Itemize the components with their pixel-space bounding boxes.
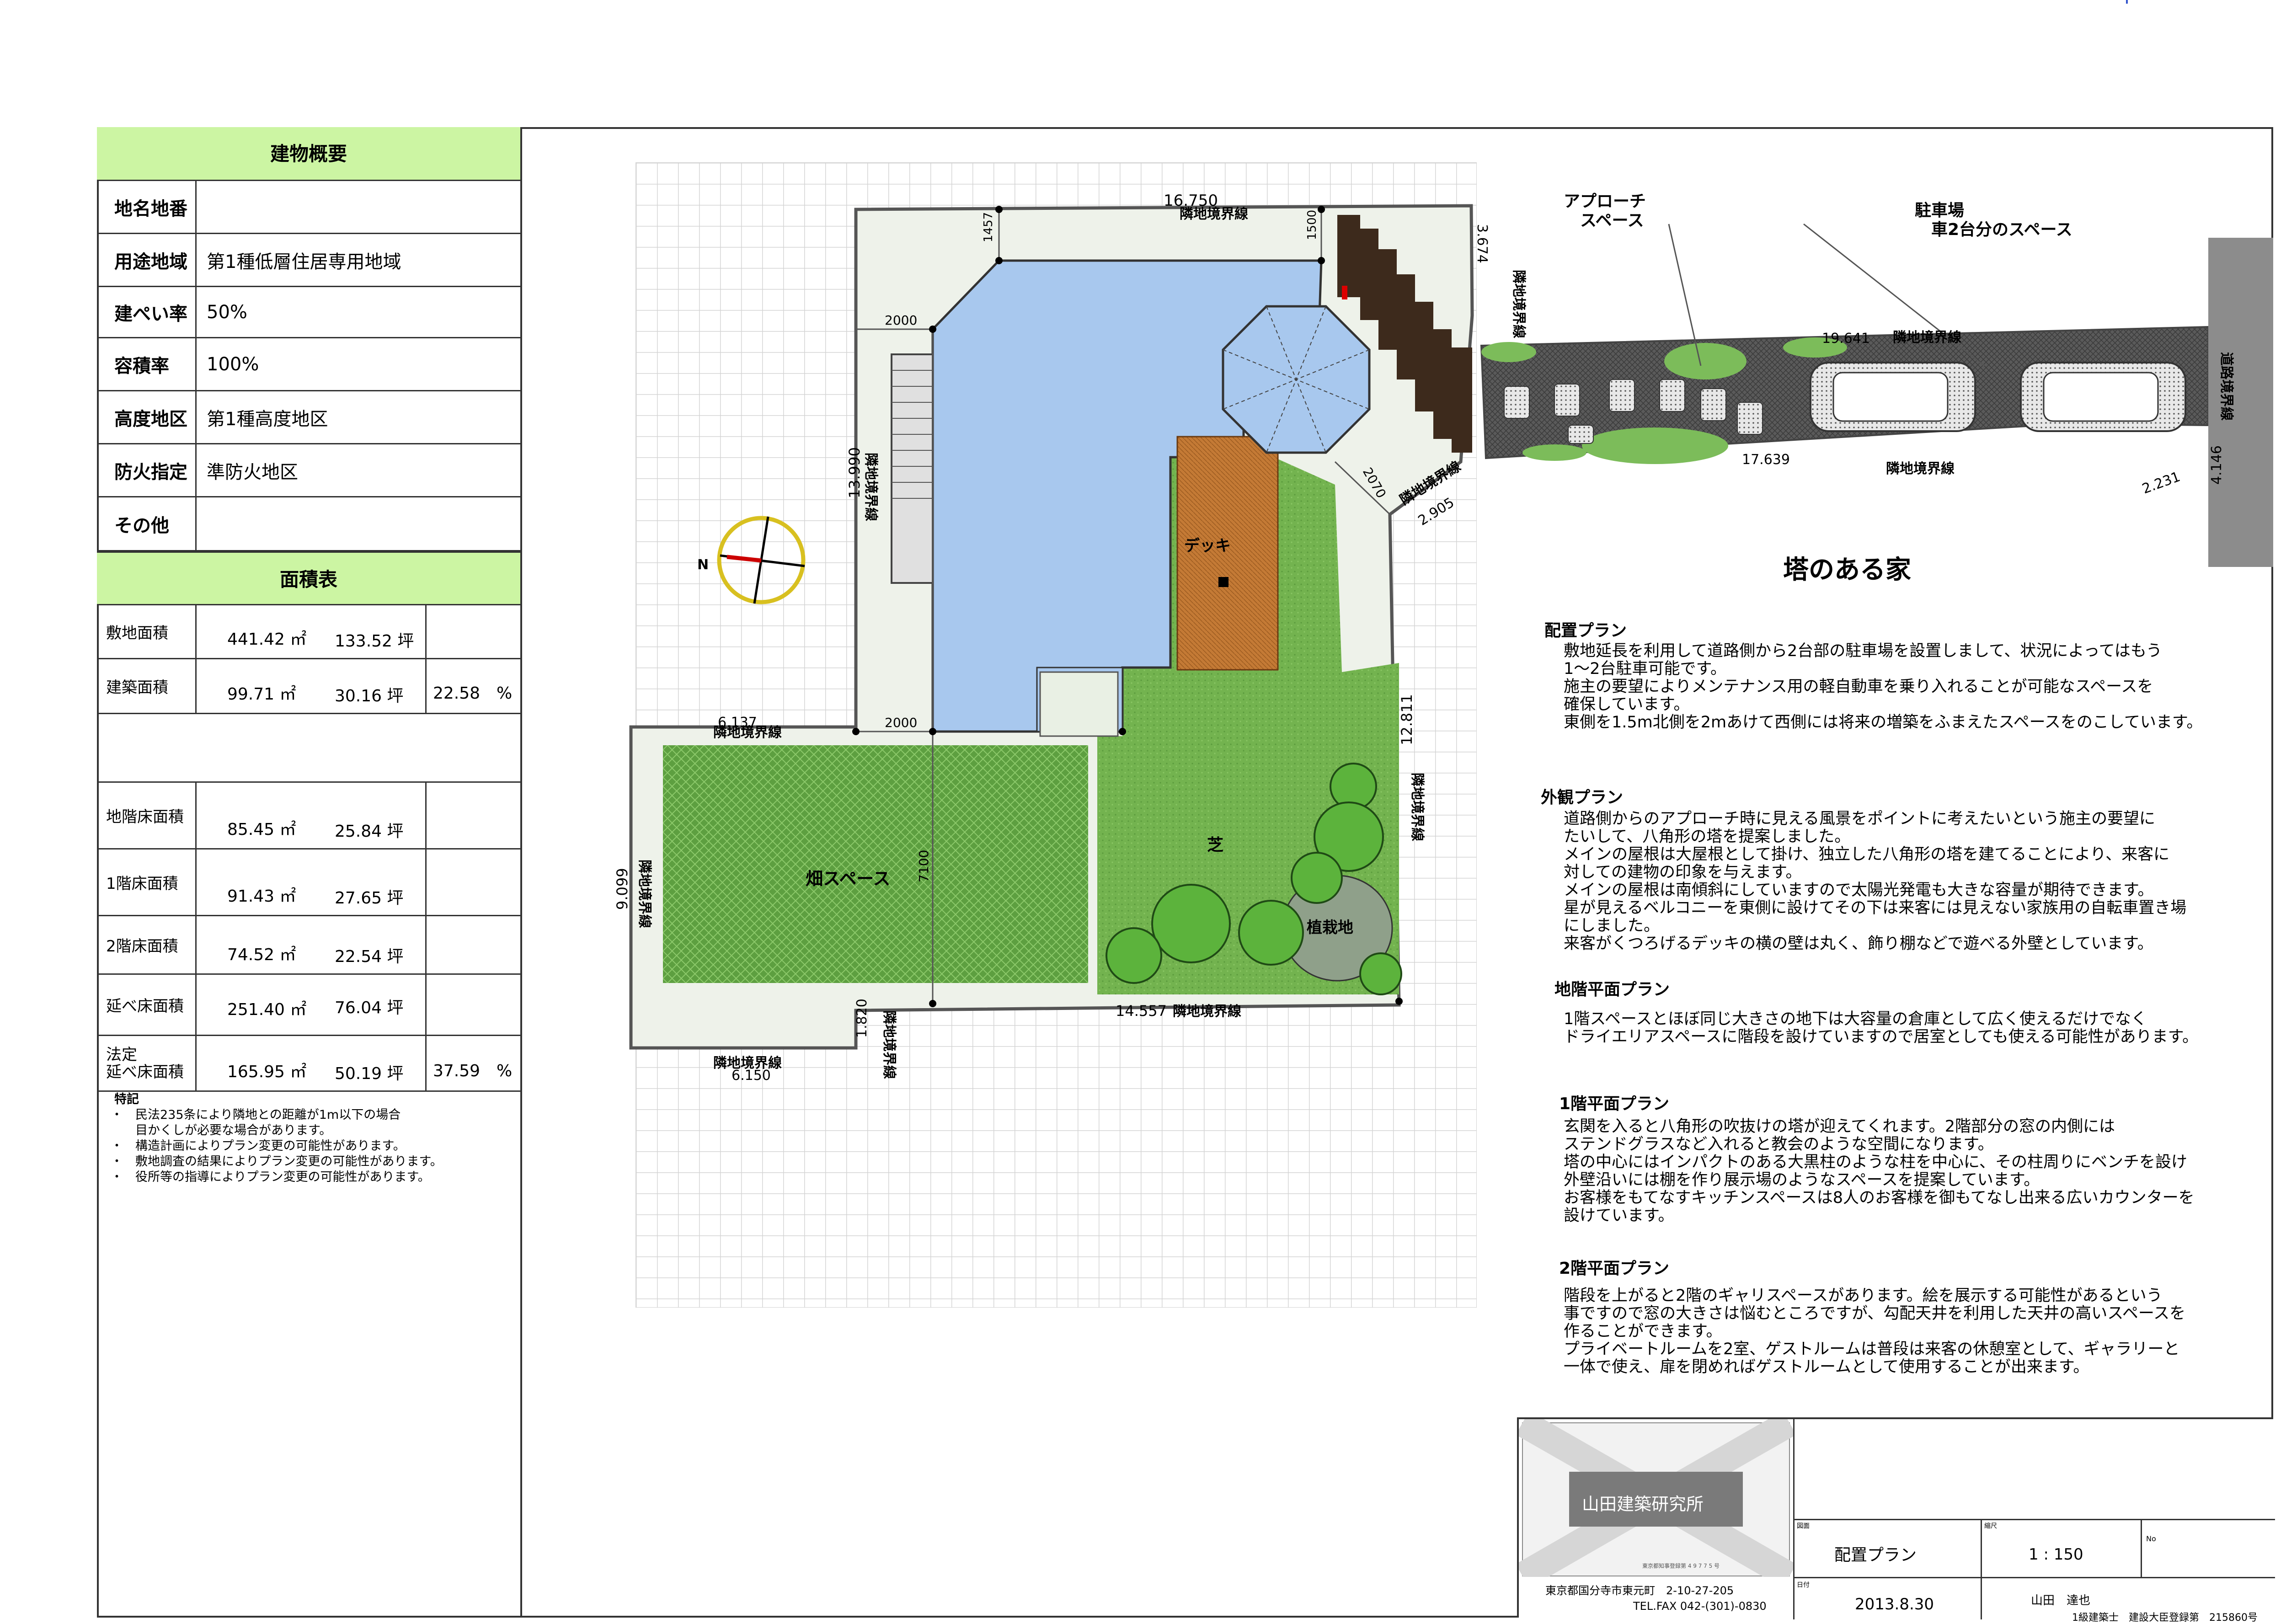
section-title: 地階平面プラン bbox=[1554, 980, 1670, 999]
section-line: たいして、八角形の塔を提案しました。 bbox=[1564, 828, 1851, 846]
boundary-left: 隣地境界線 bbox=[863, 453, 879, 521]
car-1 bbox=[1810, 362, 1976, 432]
section-line: 玄関を入ると八角形の吹抜けの塔が迎えてくれます。2階部分の窓の内側には bbox=[1564, 1117, 2115, 1136]
road-boundary: 道路境界線 bbox=[2218, 352, 2234, 421]
boundary-west-side: 隣地境界線 bbox=[636, 860, 652, 928]
dim-corner: 2.231 bbox=[2140, 469, 2183, 497]
dim-left: 13.990 bbox=[846, 447, 863, 498]
approach-label: アプローチ スペース bbox=[1564, 192, 1646, 230]
boundary-step: 隣地境界線 bbox=[881, 1010, 897, 1079]
dim-2000-bottom: 2000 bbox=[885, 715, 917, 730]
dim-7100: 7100 bbox=[916, 850, 931, 882]
scale-value: 1 : 150 bbox=[2029, 1545, 2083, 1564]
section-line: 1～2台駐車可能です。 bbox=[1564, 660, 1727, 678]
dim-bottom: 14.557 bbox=[1116, 1002, 1167, 1020]
section-line: 作ることができます。 bbox=[1564, 1322, 1722, 1341]
dim-right-top: 3.674 bbox=[1474, 224, 1490, 263]
section-line: 施主の要望によりメンテナンス用の軽自動車を乗り入れることが可能なスペースを bbox=[1564, 678, 2153, 696]
title-block: 山田建築研究所 東京都知事登録第 4 9 7 7 5 号 東京都国分寺市東元町 … bbox=[1517, 1417, 2275, 1624]
section-line: 事ですので窓の大きさは悩むところですが、勾配天井を利用した天井の高いスペースを bbox=[1564, 1304, 2186, 1323]
section-body: 1階スペースとほぼ同じ大きさの地下は大容量の倉庫として広く使えるだけでなく ドラ… bbox=[1564, 1010, 2198, 1046]
tb-vline bbox=[2141, 1519, 2142, 1577]
dim-diag: 2.905 bbox=[1415, 495, 1457, 529]
section-line: メインの屋根は大屋根として掛け、独立した八角形の塔を建てることにより、来客に bbox=[1564, 845, 2170, 864]
field-space bbox=[663, 745, 1088, 983]
section-line: 星が見えるベルコニーを東側に設けてその下は来客には見えない家族用の自転車置き場 bbox=[1564, 899, 2187, 917]
dim-2000-top: 2000 bbox=[885, 313, 917, 328]
section-line: 一体で使え、扉を閉めればゲストルームとして使用することが出来ます。 bbox=[1564, 1358, 2089, 1376]
section-line: ステンドグラスなど入れると教会のような空間になります。 bbox=[1564, 1135, 1994, 1154]
boundary-drive-top: 隣地境界線 bbox=[1893, 330, 1961, 346]
section-line: プライベートルームを2室、ゲストルームは普段は来客の休憩室として、ギャラリーと bbox=[1564, 1340, 2180, 1358]
dim-drive-top: 19.641 bbox=[1822, 331, 1870, 347]
boundary-top: 隣地境界線 bbox=[1180, 206, 1248, 222]
section-line: ドライエリアスペースに階段を設けていますので居室としても使える可能性があります。 bbox=[1564, 1028, 2199, 1046]
dim-1500: 1500 bbox=[1305, 210, 1319, 240]
drawing-name: 配置プラン bbox=[1834, 1546, 1917, 1565]
section-line: にしました。 bbox=[1564, 917, 1660, 935]
section-title: 1階平面プラン bbox=[1559, 1095, 1670, 1113]
dim-1457: 1457 bbox=[982, 212, 995, 242]
date-value: 2013.8.30 bbox=[1855, 1595, 1934, 1613]
section-body: 階段を上がると2階のギャリスペースがあります。絵を展示する可能性があるという 事… bbox=[1564, 1287, 2185, 1376]
field-label: 畑スペース bbox=[806, 869, 890, 889]
section-title: 外観プラン bbox=[1541, 788, 1624, 807]
license-number: 1級建築士 建設大臣登録第 215860号 bbox=[2072, 1612, 2258, 1624]
terrace bbox=[1039, 671, 1119, 737]
section-body: 敷地延長を利用して道路側から2台部の駐車場を設置しまして、状況によってはもう 1… bbox=[1564, 642, 2202, 732]
deck-label: デッキ bbox=[1184, 537, 1231, 555]
section-line: お客様をもてなすキッチンスペースは8人のお客様を御もてなし出来る広いカウンターを bbox=[1564, 1189, 2195, 1207]
office-registration: 東京都知事登録第 4 9 7 7 5 号 bbox=[1642, 1563, 1720, 1569]
tb-vline bbox=[1981, 1519, 1982, 1619]
planting-label: 植栽地 bbox=[1307, 919, 1353, 937]
car-2 bbox=[2020, 362, 2186, 432]
section-title: 2階平面プラン bbox=[1559, 1259, 1670, 1278]
boundary-drive-bottom: 隣地境界線 bbox=[1886, 461, 1955, 477]
tb-hline bbox=[1793, 1577, 2275, 1578]
dim-step: 1.820 bbox=[854, 999, 870, 1038]
mailbox-mark bbox=[1342, 286, 1347, 299]
dim-drive-bottom: 17.639 bbox=[1742, 452, 1790, 468]
section-title: 配置プラン bbox=[1544, 621, 1627, 640]
section-line: 道路側からのアプローチ時に見える風景をポイントに考えたいという施主の要望に bbox=[1564, 810, 2155, 828]
designer-name: 山田 達也 bbox=[2031, 1594, 2091, 1608]
tb-hline bbox=[1793, 1519, 2275, 1520]
section-body: 道路側からのアプローチ時に見える風景をポイントに考えたいという施主の要望に たい… bbox=[1564, 810, 2186, 953]
section-line: 塔の中心にはインパクトのある大黒柱のような柱を中心に、その柱周りにベンチを設け bbox=[1564, 1153, 2187, 1171]
dim-west-side: 9.099 bbox=[614, 868, 631, 910]
deck-column bbox=[1218, 577, 1228, 587]
compass-n: N bbox=[697, 557, 709, 573]
section-line: 外壁沿いには棚を作り展示場のようなスペースを提案しています。 bbox=[1564, 1171, 2040, 1189]
boundary-bottom: 隣地境界線 bbox=[1173, 1004, 1241, 1020]
dim-right: 12.811 bbox=[1398, 694, 1415, 745]
compass bbox=[717, 516, 806, 604]
dim-west-bottom: 6.150 bbox=[732, 1068, 771, 1084]
office-name: 山田建築研究所 bbox=[1582, 1494, 1704, 1514]
scale-label: 縮尺 bbox=[1984, 1522, 1997, 1530]
drawing-label: 図面 bbox=[1797, 1522, 1810, 1530]
section-line: 1階スペースとほぼ同じ大きさの地下は大容量の倉庫として広く使えるだけでなく bbox=[1564, 1010, 2147, 1028]
road bbox=[2208, 238, 2273, 567]
section-line: 来客がくつろげるデッキの横の壁は丸く、飾り棚などで遊べる外壁としています。 bbox=[1564, 935, 2153, 953]
section-line: 設けています。 bbox=[1564, 1207, 1674, 1225]
section-line: 階段を上がると2階のギャリスペースがあります。絵を展示する可能性があるという bbox=[1564, 1287, 2163, 1305]
date-label: 日付 bbox=[1797, 1581, 1810, 1589]
office-address: 東京都国分寺市東元町 2-10-27-205 bbox=[1545, 1584, 1734, 1597]
no-label: No bbox=[2146, 1534, 2156, 1543]
plan-title: 塔のある家 bbox=[1783, 555, 1911, 585]
boundary-right: 隣地境界線 bbox=[1409, 773, 1425, 841]
section-line: 敷地延長を利用して道路側から2台部の駐車場を設置しまして、状況によってはもう bbox=[1564, 642, 2162, 660]
lawn-label: 芝 bbox=[1207, 836, 1223, 855]
section-line: 対しての建物の印象を与えます。 bbox=[1564, 863, 1802, 881]
boundary-right-top: 隣地境界線 bbox=[1511, 270, 1527, 338]
section-line: 東側を1.5m北側を2mあけて西側には将来の増築をふまえたスペースをのこしていま… bbox=[1564, 713, 2203, 732]
boundary-west-top: 隣地境界線 bbox=[713, 725, 782, 741]
west-stairs bbox=[891, 353, 934, 584]
dim-road: 4.146 bbox=[2209, 445, 2225, 485]
parking-label: 駐車場 車2台分のスペース bbox=[1915, 201, 2072, 239]
section-line: 確保しています。 bbox=[1564, 695, 1690, 714]
office-tel: TEL.FAX 042-(301)-0830 bbox=[1633, 1600, 1767, 1613]
section-body: 玄関を入ると八角形の吹抜けの塔が迎えてくれます。2階部分の窓の内側には ステンド… bbox=[1564, 1118, 2195, 1225]
section-line: メインの屋根は南傾斜にしていますので太陽光発電も大きな容量が期待できます。 bbox=[1564, 881, 2154, 899]
